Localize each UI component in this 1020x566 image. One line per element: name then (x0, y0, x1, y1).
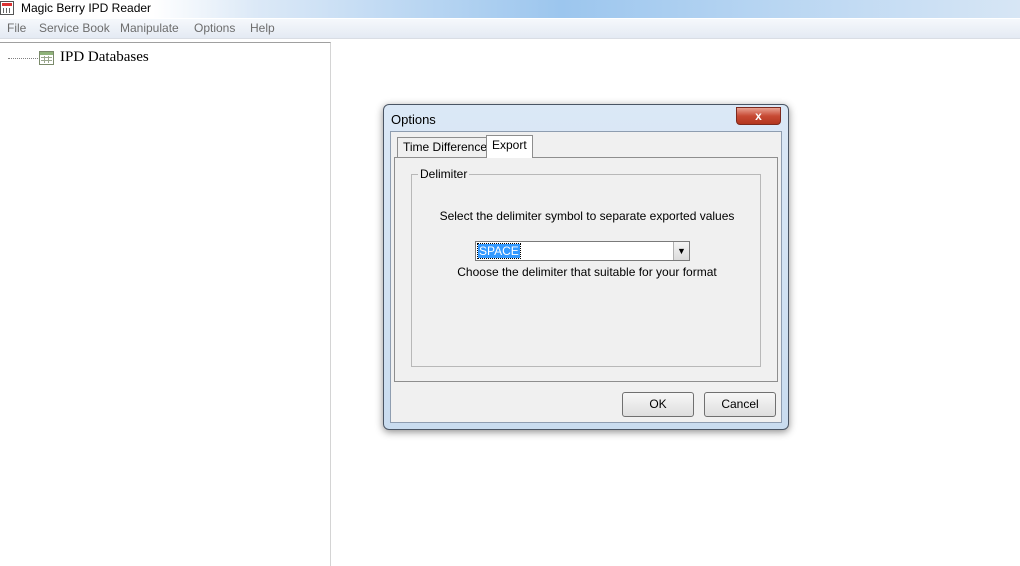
tree-item-ipd-databases[interactable]: IPD Databases (60, 49, 149, 66)
app-titlebar: Magic Berry IPD Reader (0, 0, 1020, 18)
dialog-title: Options (391, 112, 436, 127)
menu-help[interactable]: Help (250, 21, 275, 35)
app-title: Magic Berry IPD Reader (21, 1, 152, 15)
menu-service-book[interactable]: Service Book (39, 21, 110, 35)
delimiter-select[interactable]: SPACE ▼ (475, 241, 690, 261)
dialog-body: Time Difference Export Delimiter Select … (390, 131, 782, 423)
delimiter-instruction: Select the delimiter symbol to separate … (439, 209, 735, 223)
delimiter-select-value: SPACE (477, 243, 521, 259)
menu-file[interactable]: File (7, 21, 26, 35)
tab-export[interactable]: Export (486, 135, 533, 158)
groupbox-label: Delimiter (418, 167, 470, 181)
app-table-icon (0, 1, 14, 15)
delimiter-groupbox: Delimiter Select the delimiter symbol to… (411, 167, 761, 367)
menu-manipulate[interactable]: Manipulate (120, 21, 179, 35)
ok-button[interactable]: OK (622, 392, 694, 417)
database-grid-icon (39, 51, 54, 65)
menu-bar: File Service Book Manipulate Options Hel… (0, 19, 1020, 39)
close-icon: x (755, 109, 762, 123)
chevron-down-icon[interactable]: ▼ (673, 242, 689, 260)
tab-page-export: Delimiter Select the delimiter symbol to… (394, 157, 778, 382)
cancel-button[interactable]: Cancel (704, 392, 776, 417)
close-button[interactable]: x (736, 107, 781, 125)
delimiter-hint: Choose the delimiter that suitable for y… (457, 265, 717, 279)
options-dialog: Options x Time Difference Export Delimit… (383, 104, 789, 430)
tab-time-difference[interactable]: Time Difference (397, 137, 494, 157)
tree-view[interactable]: IPD Databases (0, 42, 331, 566)
menu-options[interactable]: Options (194, 21, 235, 35)
tree-connector-line (8, 58, 38, 59)
